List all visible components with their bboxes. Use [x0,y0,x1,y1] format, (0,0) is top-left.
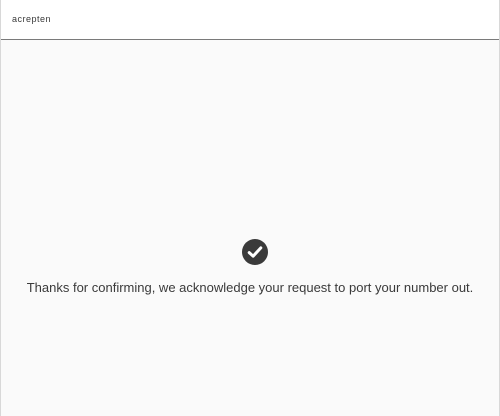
confirmation-page: acrepten Thanks for confirming, we ackno… [0,0,500,416]
check-circle-icon [242,239,268,265]
top-bar: acrepten [1,0,499,40]
brand-logo[interactable]: acrepten [12,14,51,24]
confirmation-message: Thanks for confirming, we acknowledge yo… [26,280,474,295]
confirmation-content: Thanks for confirming, we acknowledge yo… [1,40,499,416]
